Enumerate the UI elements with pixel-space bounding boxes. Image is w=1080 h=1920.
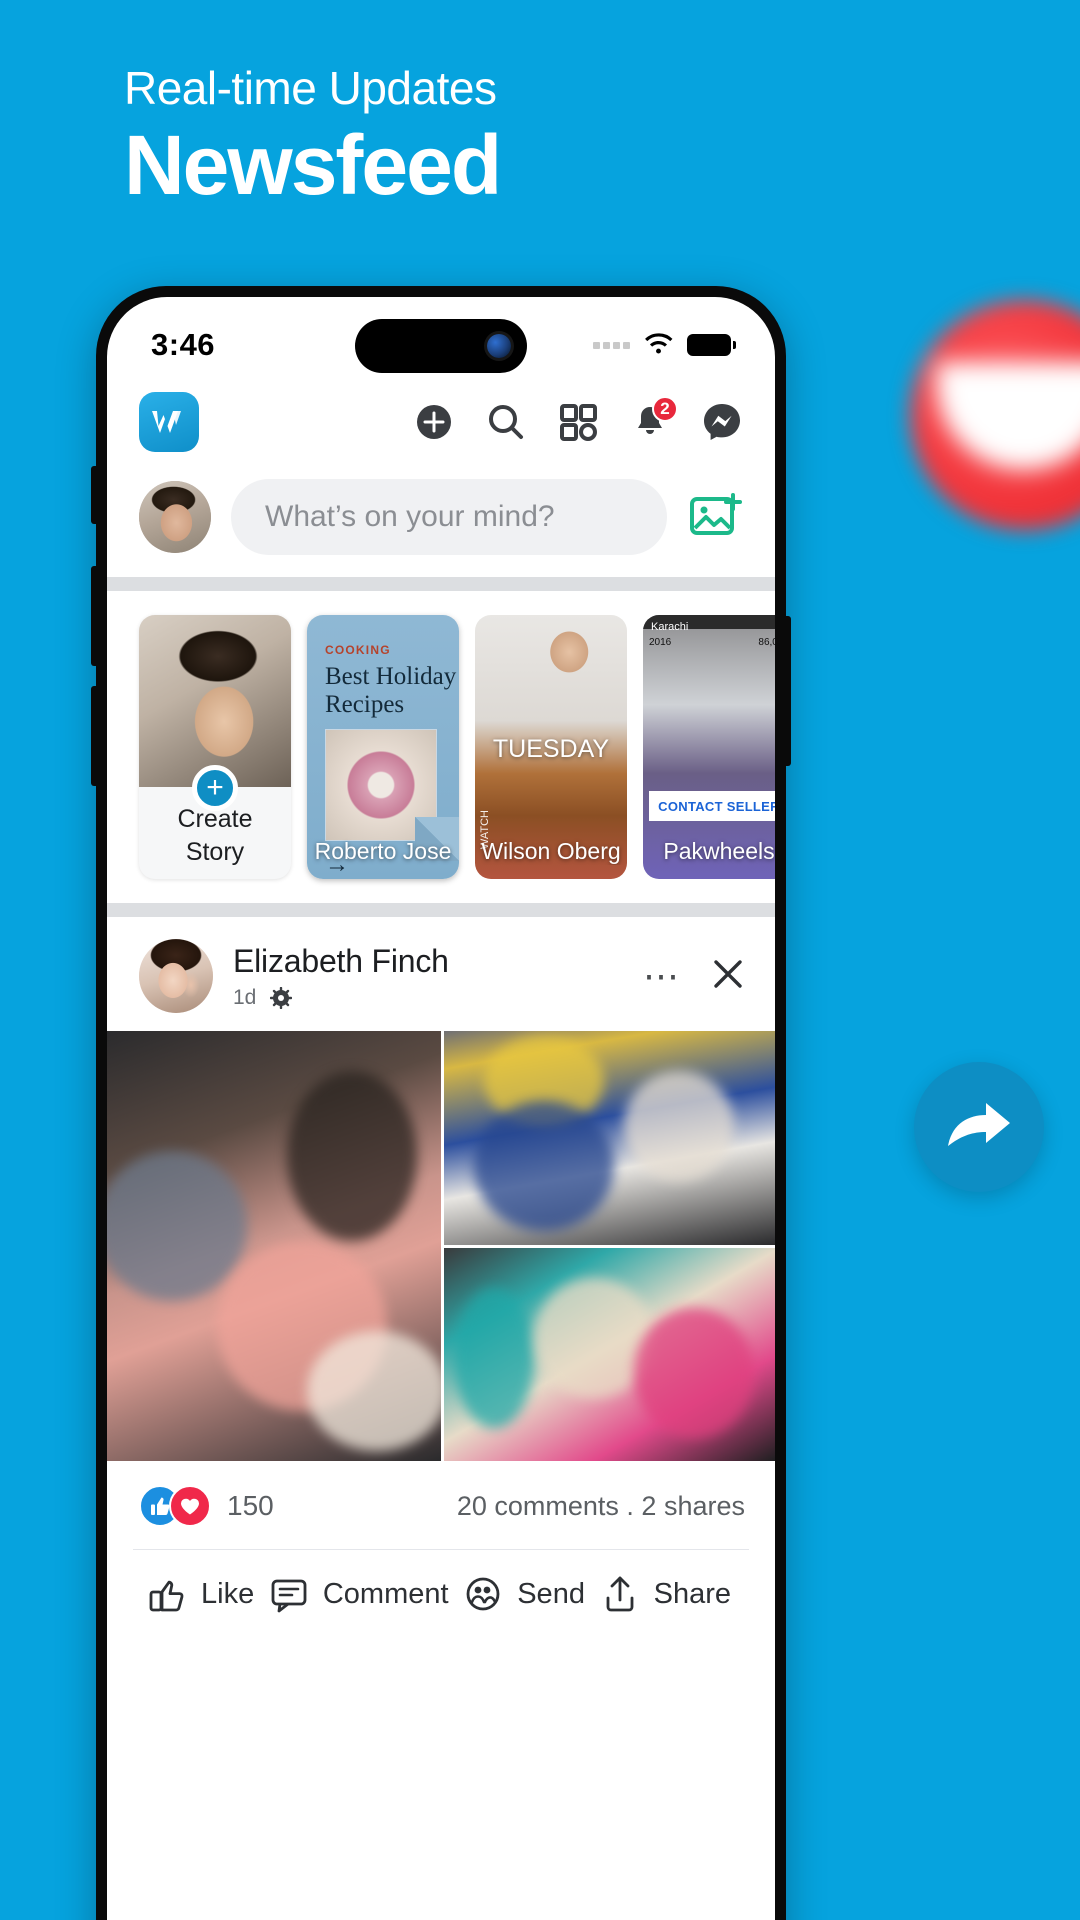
post-engagement-bar: 150 20 comments . 2 shares bbox=[107, 1461, 775, 1549]
search-icon[interactable] bbox=[483, 399, 529, 445]
more-options-icon[interactable]: ⋯ bbox=[643, 958, 681, 994]
post-meta: Elizabeth Finch 1d bbox=[233, 943, 643, 1010]
post-media-image[interactable] bbox=[444, 1247, 775, 1461]
stories-carousel[interactable]: + Create Story COOKING Best Holiday Reci… bbox=[107, 591, 775, 903]
post-timestamp: 1d bbox=[233, 985, 257, 1009]
heart-icon bbox=[169, 1485, 211, 1527]
add-post-icon[interactable] bbox=[411, 399, 457, 445]
create-story-thumbnail bbox=[139, 615, 291, 787]
create-story-label: Create Story bbox=[177, 805, 253, 866]
comments-shares-count[interactable]: 20 comments . 2 shares bbox=[457, 1491, 745, 1522]
section-divider bbox=[107, 577, 775, 591]
menu-grid-icon[interactable] bbox=[555, 399, 601, 445]
wifi-icon bbox=[643, 333, 674, 357]
reaction-count: 150 bbox=[227, 1490, 274, 1521]
post-header-actions: ⋯ bbox=[643, 957, 745, 996]
comment-button[interactable]: Comment bbox=[269, 1574, 449, 1614]
status-indicators bbox=[593, 333, 736, 357]
send-icon bbox=[466, 1577, 500, 1611]
status-clock: 3:46 bbox=[151, 327, 216, 362]
like-label: Like bbox=[201, 1577, 255, 1610]
promo-text-block: Real-time Updates Newsfeed bbox=[124, 62, 502, 212]
share-label: Share bbox=[653, 1577, 731, 1610]
send-button[interactable]: Send bbox=[463, 1574, 585, 1614]
avatar[interactable] bbox=[139, 481, 211, 553]
create-story-card[interactable]: + Create Story bbox=[139, 615, 291, 879]
app-bar: 2 bbox=[107, 379, 775, 465]
story-card[interactable]: Karachi 2016 86,000 CONTACT SELLER Pakwh… bbox=[643, 615, 775, 879]
avatar[interactable] bbox=[139, 939, 213, 1013]
story-author-name: Wilson Oberg bbox=[481, 838, 621, 864]
signal-dots-icon bbox=[593, 341, 630, 349]
app-logo-w-icon[interactable] bbox=[139, 392, 199, 452]
power-button[interactable] bbox=[786, 616, 791, 766]
decorative-red-blob bbox=[910, 300, 1080, 530]
post-composer: What’s on your mind? bbox=[107, 465, 775, 577]
story-title: Best Holiday Recipes bbox=[325, 663, 457, 718]
dynamic-island bbox=[355, 319, 527, 373]
post-media-column bbox=[444, 1031, 775, 1461]
promo-headline: Newsfeed bbox=[124, 117, 502, 212]
globe-icon bbox=[270, 986, 293, 1009]
post-author-name[interactable]: Elizabeth Finch bbox=[233, 943, 643, 980]
story-spec-year: 2016 bbox=[649, 637, 672, 648]
composer-input[interactable]: What’s on your mind? bbox=[231, 479, 667, 555]
volume-down-button[interactable] bbox=[91, 686, 96, 786]
reaction-summary[interactable]: 150 bbox=[139, 1485, 274, 1527]
add-photo-icon[interactable] bbox=[687, 488, 745, 546]
phone-screen: 3:46 2 What’s on your mind? + Create Sto… bbox=[107, 297, 775, 1920]
comment-label: Comment bbox=[322, 1577, 449, 1610]
phone-mockup: 3:46 2 What’s on your mind? + Create Sto… bbox=[91, 286, 791, 1920]
post-header: Elizabeth Finch 1d ⋯ bbox=[107, 917, 775, 1031]
story-card[interactable]: COOKING Best Holiday Recipes → Roberto J… bbox=[307, 615, 459, 879]
story-spec-mileage: 86,000 bbox=[758, 637, 775, 648]
notification-badge: 2 bbox=[652, 396, 678, 422]
app-bar-icons: 2 bbox=[411, 396, 745, 445]
post-subline: 1d bbox=[233, 986, 643, 1010]
messenger-icon[interactable] bbox=[699, 399, 745, 445]
notifications-bell-icon[interactable]: 2 bbox=[627, 396, 678, 445]
thumbs-up-outline-icon bbox=[149, 1580, 184, 1612]
story-kicker: COOKING bbox=[325, 643, 391, 657]
story-city-label: Karachi bbox=[651, 621, 689, 633]
post-media-image[interactable] bbox=[107, 1031, 441, 1461]
story-day-label: TUESDAY bbox=[492, 735, 610, 763]
share-icon bbox=[606, 1576, 634, 1612]
like-button[interactable]: Like bbox=[147, 1574, 254, 1614]
story-author-name: Roberto Jose bbox=[314, 838, 452, 864]
promo-kicker: Real-time Updates bbox=[124, 62, 497, 114]
share-arrow-icon[interactable] bbox=[914, 1062, 1044, 1192]
post-action-bar: Like Comment Send Share bbox=[107, 1550, 775, 1638]
share-button[interactable]: Share bbox=[600, 1574, 731, 1614]
story-author-name: Pakwheels bbox=[663, 838, 775, 864]
post-media-grid[interactable] bbox=[107, 1031, 775, 1461]
section-divider bbox=[107, 903, 775, 917]
reaction-icons bbox=[139, 1485, 211, 1527]
status-bar: 3:46 bbox=[107, 297, 775, 379]
story-card[interactable]: WATCH TUESDAY Wilson Oberg bbox=[475, 615, 627, 879]
battery-full-icon bbox=[687, 334, 736, 356]
post-media-image[interactable] bbox=[444, 1031, 775, 1245]
close-icon[interactable] bbox=[711, 957, 745, 996]
front-camera-lens-icon bbox=[487, 334, 511, 358]
send-label: Send bbox=[517, 1577, 585, 1610]
comment-icon bbox=[271, 1579, 307, 1613]
contact-seller-button[interactable]: CONTACT SELLER bbox=[649, 791, 775, 821]
